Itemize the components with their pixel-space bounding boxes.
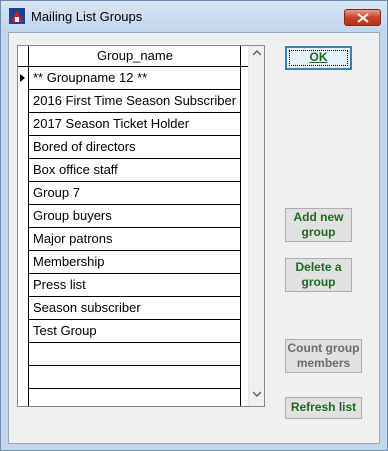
delete-group-button[interactable]: Delete a group	[285, 258, 352, 292]
group-name-cell: Season subscriber	[33, 300, 141, 315]
delete-group-label-line1: Delete a	[295, 260, 342, 274]
add-new-group-button[interactable]: Add new group	[285, 208, 352, 242]
grid-header: Group_name	[18, 46, 248, 67]
grid-row[interactable]	[29, 389, 240, 406]
group-name-cell: Test Group	[33, 323, 97, 338]
count-group-members-button[interactable]: Count group members	[285, 339, 362, 373]
group-name-cell: Box office staff	[33, 162, 118, 177]
group-name-cell: Major patrons	[33, 231, 113, 246]
window-title: Mailing List Groups	[31, 9, 143, 24]
ok-button[interactable]: OK	[285, 46, 352, 70]
theater-app-icon	[9, 8, 25, 24]
grid-row[interactable]: Group 7	[29, 182, 240, 205]
group-name-cell: Press list	[33, 277, 86, 292]
vertical-scrollbar[interactable]	[248, 46, 264, 406]
row-pointer-icon	[20, 74, 25, 82]
delete-group-label-line2: group	[301, 275, 336, 289]
add-new-group-label-line2: group	[301, 225, 336, 239]
column-header-group-name[interactable]: Group_name	[29, 48, 241, 63]
chevron-down-icon[interactable]	[253, 391, 261, 397]
grid-row[interactable]: 2016 First Time Season Subscriber	[29, 90, 240, 113]
add-new-group-label-line1: Add new	[293, 210, 344, 224]
grid-row[interactable]	[29, 343, 240, 366]
close-button[interactable]	[344, 9, 381, 26]
grid-row[interactable]: ** Groupname 12 **	[29, 67, 240, 90]
grid-row[interactable]: Membership	[29, 251, 240, 274]
dialog-body: Group_name ** Groupname 12 ** 2016 First …	[8, 32, 380, 444]
title-bar[interactable]: Mailing List Groups	[1, 1, 387, 31]
group-name-cell: 2017 Season Ticket Holder	[33, 116, 190, 131]
grid-right-border	[240, 46, 241, 406]
group-name-cell: ** Groupname 12 **	[33, 70, 148, 85]
groups-grid[interactable]: Group_name ** Groupname 12 ** 2016 First …	[17, 45, 265, 407]
grid-row[interactable]: Press list	[29, 274, 240, 297]
group-name-cell: Bored of directors	[33, 139, 136, 154]
mailing-list-groups-window: Mailing List Groups Group_name ** Groupn…	[0, 0, 388, 451]
grid-row[interactable]	[29, 366, 240, 389]
grid-row[interactable]: Season subscriber	[29, 297, 240, 320]
count-members-label-line1: Count group	[287, 341, 360, 355]
grid-row[interactable]: Major patrons	[29, 228, 240, 251]
chevron-up-icon[interactable]	[253, 50, 261, 56]
focus-rectangle	[289, 50, 348, 66]
refresh-list-label: Refresh list	[290, 400, 357, 414]
close-icon	[357, 13, 369, 23]
grid-row[interactable]: Bored of directors	[29, 136, 240, 159]
count-members-label-line2: members	[296, 356, 351, 370]
grid-row[interactable]: Box office staff	[29, 159, 240, 182]
group-name-cell: 2016 First Time Season Subscriber	[33, 93, 237, 108]
row-selector-column[interactable]	[18, 67, 29, 406]
grid-row[interactable]: Group buyers	[29, 205, 240, 228]
grid-row[interactable]: 2017 Season Ticket Holder	[29, 113, 240, 136]
group-name-cell: Membership	[33, 254, 105, 269]
refresh-list-button[interactable]: Refresh list	[285, 397, 362, 419]
group-name-cell: Group 7	[33, 185, 80, 200]
row-selector-header	[18, 46, 29, 67]
group-name-cell: Group buyers	[33, 208, 112, 223]
grid-row[interactable]: Test Group	[29, 320, 240, 343]
